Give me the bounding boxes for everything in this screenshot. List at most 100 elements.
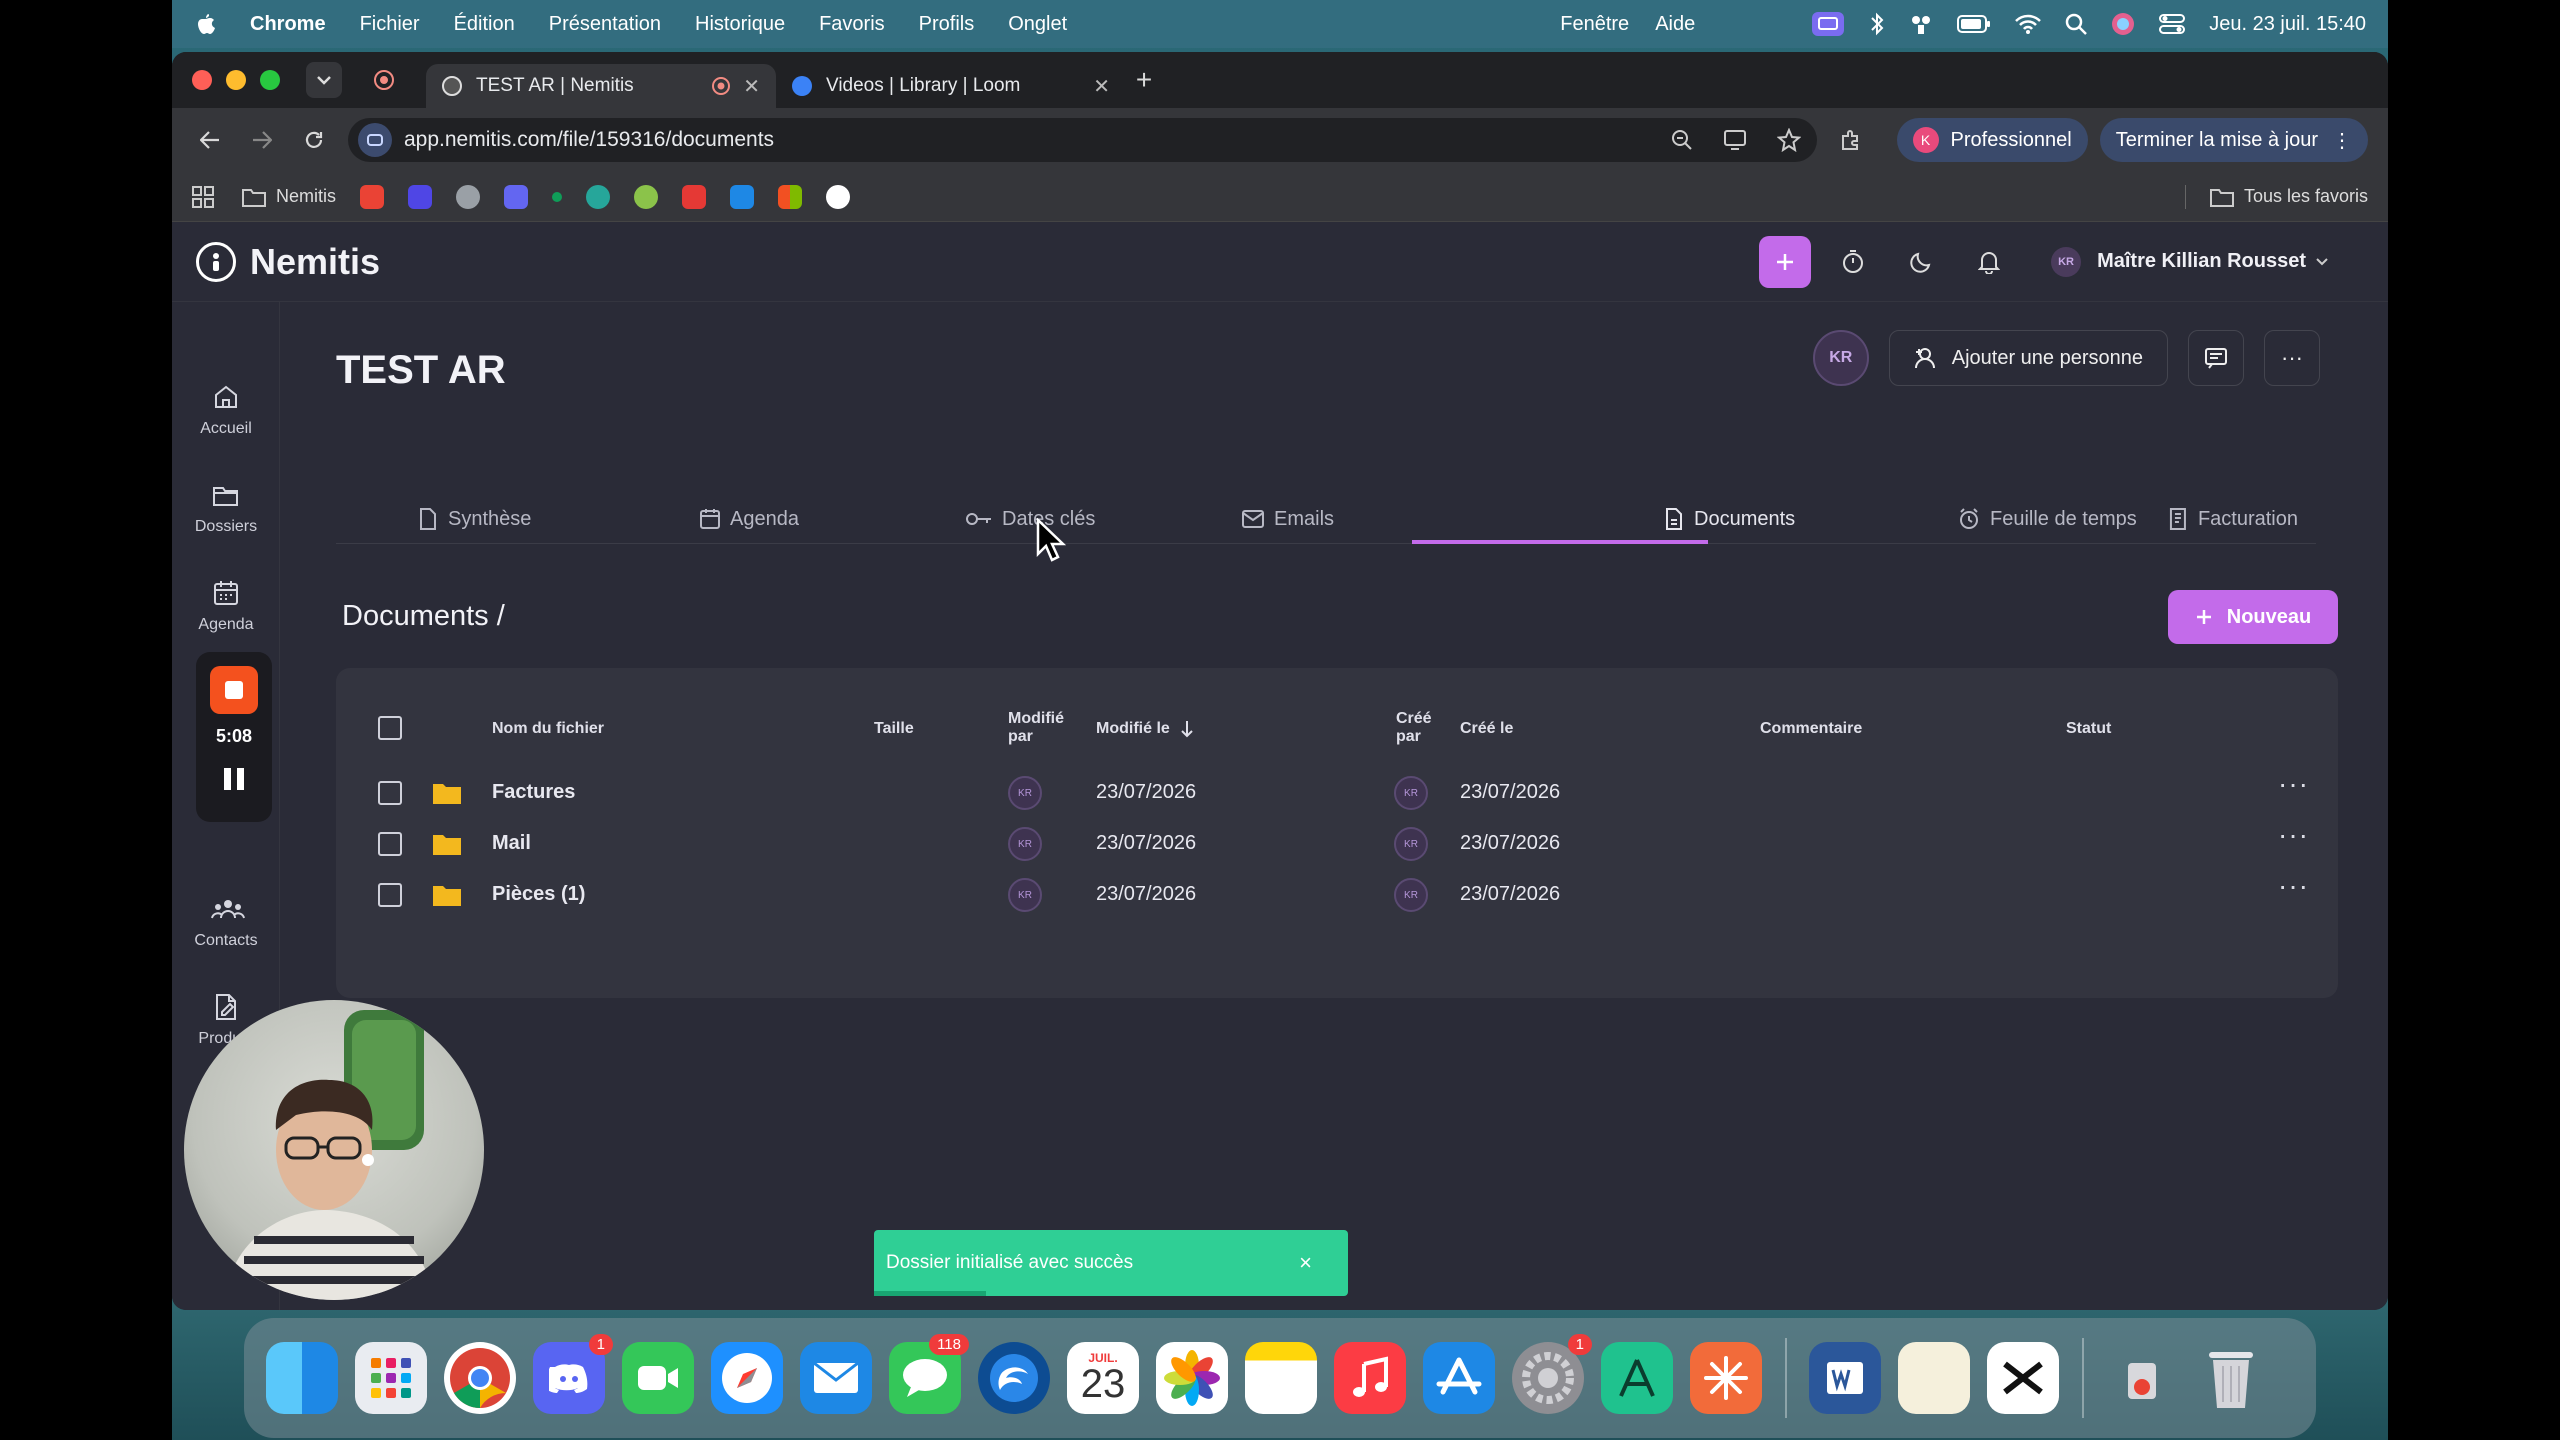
bookmark-icon[interactable] [456,184,481,209]
more-options-button[interactable]: ··· [2264,330,2320,386]
all-bookmarks[interactable]: Tous les favoris [2184,184,2368,209]
timer-icon[interactable] [1827,236,1879,288]
forward-arrow-icon[interactable] [244,122,280,158]
address-bar[interactable]: app.nemitis.com/file/159316/documents [348,118,1817,162]
discord-app-icon[interactable]: 1 [533,1334,613,1414]
pause-recording-button[interactable] [224,768,244,790]
authy-app-icon[interactable] [1601,1342,1673,1414]
claude-app-icon[interactable] [1690,1342,1762,1414]
screen-share-icon[interactable] [1811,11,1845,37]
column-header-size[interactable]: Taille [874,720,914,738]
file-name[interactable]: Factures [492,781,575,804]
mail-app-icon[interactable] [800,1342,872,1414]
cast-icon[interactable] [1723,129,1747,151]
wifi-icon[interactable] [2015,14,2042,34]
menu-edition[interactable]: Édition [454,13,515,36]
bluetooth-icon[interactable] [1869,12,1885,36]
tab-agenda[interactable]: Agenda [700,494,799,544]
nemitis-logo[interactable]: Nemitis [196,241,380,283]
sidebar-item-contacts[interactable]: Contacts [172,894,280,950]
siri-icon[interactable] [2111,12,2135,36]
table-row[interactable]: Factures KR 23/07/2026 KR 23/07/2026 ··· [336,768,2338,818]
menu-fenetre[interactable]: Fenêtre [1560,13,1629,36]
tab-loom[interactable]: Videos | Library | Loom ✕ [776,64,1126,108]
apps-grid-icon[interactable] [192,185,214,208]
menu-fichier[interactable]: Fichier [360,13,420,36]
new-tab-icon[interactable]: + [1126,62,1162,98]
new-document-button[interactable]: Nouveau [2168,590,2338,644]
user-menu[interactable]: KR Maître Killian Rousset [2051,246,2364,277]
finish-update-button[interactable]: Terminer la mise à jour ⋮ [2099,118,2368,162]
system-settings-app-icon[interactable]: 1 [1512,1334,1592,1414]
column-header-name[interactable]: Nom du fichier [492,720,604,738]
extensions-icon[interactable] [1833,122,1869,158]
bookmark-icon[interactable] [682,184,707,209]
trash-icon[interactable] [2195,1342,2267,1414]
bookmark-icon[interactable] [552,191,563,202]
row-actions-ellipsis-icon[interactable]: ··· [2278,870,2309,902]
profile-button[interactable]: K Professionnel [1896,118,2088,162]
apple-menu-icon[interactable] [194,12,216,36]
bookmark-icon[interactable] [730,184,755,209]
table-row[interactable]: Pièces (1) KR 23/07/2026 KR 23/07/2026 ·… [336,870,2338,920]
select-all-checkbox[interactable] [378,716,402,740]
menu-profils[interactable]: Profils [919,13,975,36]
messages-app-icon[interactable]: 118 [889,1334,969,1414]
bookmark-star-icon[interactable] [1776,128,1801,152]
close-window-button[interactable] [192,70,212,90]
column-header-modified-by[interactable]: Modifié par [1008,710,1064,746]
github-bookmark-icon[interactable] [826,184,851,209]
spotlight-search-icon[interactable] [2065,13,2088,35]
stop-recording-button[interactable] [210,666,258,714]
menu-favoris[interactable]: Favoris [819,13,885,36]
notes-button[interactable] [2188,330,2244,386]
music-app-icon[interactable] [1334,1342,1406,1414]
breadcrumb[interactable]: Documents / [342,600,505,633]
photos-app-icon[interactable] [1156,1342,1228,1414]
recording-indicator-icon[interactable] [366,62,402,98]
bookmark-icon[interactable] [408,184,433,209]
column-header-modified-on[interactable]: Modifié le [1096,720,1194,738]
capcut-app-icon[interactable] [1987,1342,2059,1414]
back-arrow-icon[interactable] [192,122,228,158]
bookmark-icon[interactable] [504,184,529,209]
row-checkbox[interactable] [378,883,402,907]
column-header-status[interactable]: Statut [2066,720,2111,738]
table-row[interactable]: Mail KR 23/07/2026 KR 23/07/2026 ··· [336,819,2338,869]
row-checkbox[interactable] [378,832,402,856]
menubar-clock[interactable]: Jeu. 23 juil. 15:40 [2209,13,2366,36]
menu-aide[interactable]: Aide [1655,13,1695,36]
menu-historique[interactable]: Historique [695,13,785,36]
tab-synthese[interactable]: Synthèse [418,494,531,544]
sidebar-item-agenda[interactable]: Agenda [172,578,280,634]
downloads-stack-icon[interactable] [2106,1342,2178,1414]
tab-documents[interactable]: Documents [1664,494,1795,544]
tab-nemitis[interactable]: TEST AR | Nemitis ✕ [426,64,776,108]
menu-app-name[interactable]: Chrome [250,13,326,36]
airdrop-icon[interactable] [1909,13,1933,35]
member-avatar[interactable]: KR [1812,330,1869,386]
sidebar-item-accueil[interactable]: Accueil [172,382,280,438]
file-name[interactable]: Mail [492,832,531,855]
column-header-created-on[interactable]: Créé le [1460,720,1513,738]
file-name[interactable]: Pièces (1) [492,883,585,906]
close-tab-icon[interactable]: ✕ [1093,74,1110,99]
word-document-icon[interactable] [1809,1342,1881,1414]
tab-search-chevron-icon[interactable] [306,62,342,98]
app-store-icon[interactable] [1423,1342,1495,1414]
zoom-window-button[interactable] [260,70,280,90]
tab-emails[interactable]: Emails [1242,494,1334,544]
webcam-bubble[interactable] [184,1000,484,1300]
menu-presentation[interactable]: Présentation [549,13,661,36]
zoom-icon[interactable] [1671,129,1693,151]
finder-app-icon[interactable] [266,1342,338,1414]
launchpad-app-icon[interactable] [355,1342,427,1414]
row-checkbox[interactable] [378,781,402,805]
tab-feuille-de-temps[interactable]: Feuille de temps [1958,494,2137,544]
site-info-icon[interactable] [358,123,392,157]
row-actions-ellipsis-icon[interactable]: ··· [2278,768,2309,800]
add-person-button[interactable]: Ajouter une personne [1888,330,2168,386]
file-document-icon[interactable] [1898,1342,1970,1414]
safari-app-icon[interactable] [711,1342,783,1414]
chrome-app-icon[interactable] [444,1342,516,1414]
